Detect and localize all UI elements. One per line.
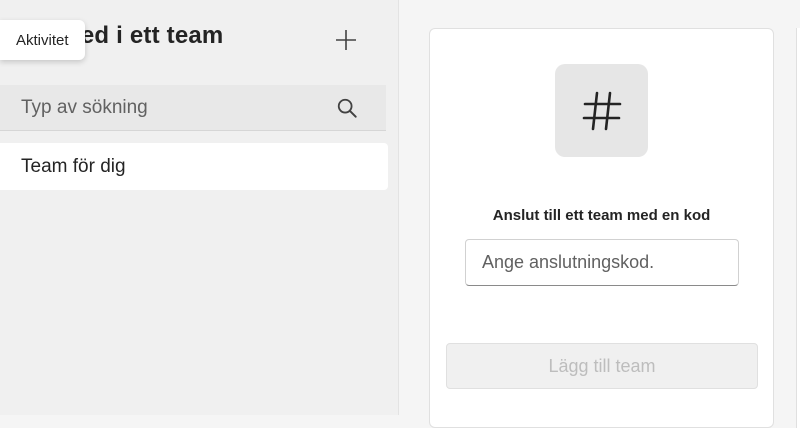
add-team-icon-button[interactable] xyxy=(330,24,362,56)
join-card-heading: Anslut till ett team med en kod xyxy=(492,207,711,224)
search-icon[interactable] xyxy=(336,97,358,119)
search-input[interactable] xyxy=(21,96,321,119)
sidebar-item-label: Team för dig xyxy=(21,155,126,177)
join-with-code-card: Anslut till ett team med en kod Lägg til… xyxy=(429,28,774,428)
plus-icon xyxy=(336,30,356,50)
sidebar: Gå med i ett team Team för dig xyxy=(0,0,399,415)
activity-tooltip: Aktivitet xyxy=(0,20,85,60)
search-box[interactable] xyxy=(0,85,386,131)
add-team-button[interactable]: Lägg till team xyxy=(446,343,758,389)
sidebar-item-team-for-dig[interactable]: Team för dig xyxy=(0,143,388,190)
hash-icon xyxy=(582,91,621,130)
hash-icon-tile xyxy=(555,64,648,157)
next-card-edge xyxy=(796,28,800,428)
join-code-input[interactable] xyxy=(465,239,739,286)
